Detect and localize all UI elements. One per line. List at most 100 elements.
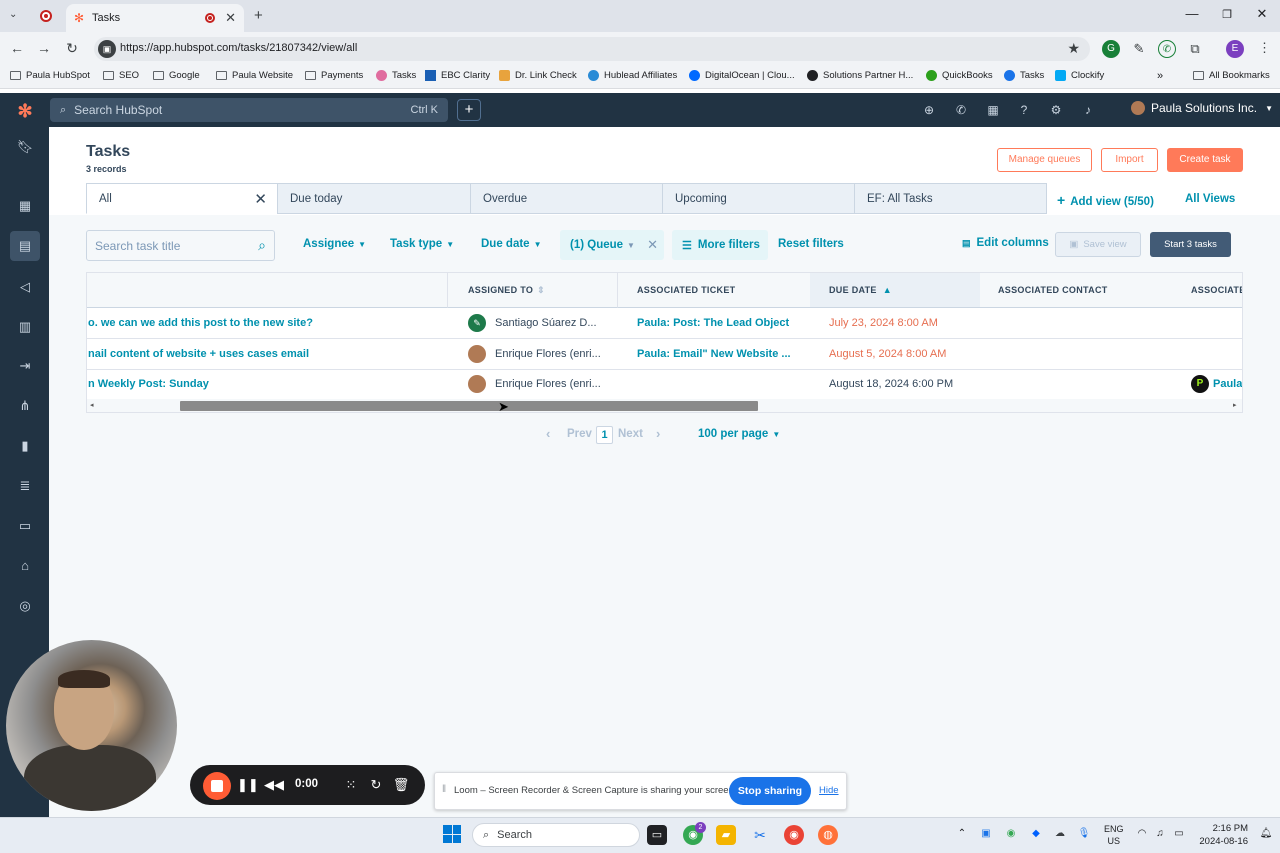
bookmark-item[interactable]: Paula Website [216, 70, 293, 81]
more-filters-button[interactable]: ☰ More filters [672, 230, 768, 260]
bookmark-item[interactable]: Hublead Affiliates [588, 70, 677, 81]
volume-icon[interactable]: ♫ [1153, 828, 1167, 839]
notifications-icon[interactable]: 🔔︎ [1259, 828, 1273, 839]
reset-filters-button[interactable]: Reset filters [778, 238, 844, 250]
ticket-link[interactable]: Paula: Post: The Lead Object [637, 317, 802, 329]
next-page-button[interactable]: Next [618, 428, 643, 440]
snipping-tool-icon[interactable]: ✂ [750, 825, 770, 845]
settings-nav-icon[interactable]: ◎ [15, 596, 35, 616]
bookmark-item[interactable]: SEO [103, 70, 139, 81]
file-explorer-icon[interactable]: ▰ [716, 825, 736, 845]
task-title-link[interactable]: o. we can we add this post to the new si… [88, 317, 443, 329]
windows-start-icon[interactable] [443, 825, 461, 843]
tab-search-icon[interactable]: ⌄ [9, 9, 17, 20]
stop-recording-button[interactable] [203, 772, 231, 800]
column-header-due-date[interactable]: DUE DATE ▲ [810, 273, 980, 308]
tab-overdue[interactable]: Overdue [470, 183, 663, 214]
account-menu[interactable]: Paula Solutions Inc. ▼ [1131, 101, 1273, 115]
prev-chevron-icon[interactable]: ‹ [546, 426, 550, 441]
bookmark-item[interactable]: Tasks [1004, 70, 1044, 81]
queue-filter-chip[interactable]: (1) Queue ▼ ✕ [560, 230, 664, 260]
scroll-left-arrow-icon[interactable]: ◂ [90, 401, 94, 409]
column-header-associated-contact[interactable]: ASSOCIATED CONTACT [980, 273, 1172, 308]
assignee-filter[interactable]: Assignee ▼ [303, 238, 366, 250]
bookmark-item[interactable]: Payments [305, 70, 363, 81]
drag-handle-icon[interactable]: ‖ [442, 784, 446, 795]
column-header-assigned-to[interactable]: ASSIGNED TO ⇕ [448, 273, 618, 308]
library-nav-icon[interactable]: ▭ [15, 516, 35, 536]
restart-icon[interactable]: ↻ [367, 777, 385, 793]
workspaces-nav-icon[interactable]: ▦ [15, 196, 35, 216]
close-view-icon[interactable]: ✕ [254, 190, 267, 208]
wifi-icon[interactable]: ◠ [1135, 828, 1149, 839]
create-task-button[interactable]: Create task [1167, 148, 1243, 172]
help-icon[interactable]: ? [1016, 102, 1032, 118]
bookmark-item[interactable]: DigitalOcean | Clou... [689, 70, 795, 81]
bookmark-item[interactable]: Google [153, 70, 200, 81]
language-indicator[interactable]: ENG US [1104, 823, 1124, 847]
rewind-icon[interactable]: ◀◀ [264, 777, 284, 793]
bookmark-item[interactable]: Clockify [1055, 70, 1104, 81]
phone-extension-icon[interactable]: ✆ [1158, 40, 1176, 58]
settings-gear-icon[interactable]: ⚙ [1048, 102, 1064, 118]
draw-tools-icon[interactable]: ⁙ [342, 777, 360, 793]
outlook-tray-icon[interactable]: ▣ [979, 828, 993, 839]
create-new-button[interactable]: + [457, 99, 481, 121]
upgrade-icon[interactable]: ⊕ [921, 102, 937, 118]
marketplace-icon[interactable]: ▦ [985, 102, 1001, 118]
forward-icon[interactable]: → [35, 40, 53, 56]
task-title-link[interactable]: nail content of website + uses cases ema… [88, 348, 443, 360]
battery-icon[interactable]: ▭ [1172, 828, 1186, 839]
webcam-bubble[interactable] [6, 640, 177, 811]
hubspot-search-input[interactable]: ⌕ Search HubSpot Ctrl K [50, 98, 448, 122]
microphone-icon[interactable]: 🎙︎ [1077, 828, 1091, 839]
reload-icon[interactable]: ↻ [63, 40, 81, 57]
current-page[interactable]: 1 [596, 426, 613, 444]
browser-menu-icon[interactable]: ⋮ [1258, 40, 1271, 56]
bookmark-item[interactable]: Solutions Partner H... [807, 70, 913, 81]
hubspot-logo-icon[interactable]: ✻ [14, 100, 36, 122]
company-link[interactable]: Paula [1213, 378, 1242, 390]
tab-all[interactable]: All ✕ [86, 183, 278, 214]
reporting-nav-icon[interactable]: ▮ [15, 436, 35, 456]
pause-icon[interactable]: ❚❚ [237, 777, 259, 793]
bookmark-item[interactable]: QuickBooks [926, 70, 993, 81]
data-nav-icon[interactable]: ≣ [15, 476, 35, 496]
restore-button[interactable]: ❐ [1217, 8, 1237, 21]
onedrive-icon[interactable]: ☁ [1053, 828, 1067, 839]
sales-nav-icon[interactable]: ⇥ [15, 356, 35, 376]
bookmark-item[interactable]: Dr. Link Check [499, 70, 577, 81]
tab-due-today[interactable]: Due today [277, 183, 471, 214]
notifications-bell-icon[interactable]: ♪ [1080, 102, 1096, 118]
tab-ef-all-tasks[interactable]: EF: All Tasks [854, 183, 1047, 214]
more-bookmarks-button[interactable]: » [1157, 70, 1163, 82]
bookmark-item[interactable]: Paula HubSpot [10, 70, 90, 81]
tray-app-icon[interactable]: ◉ [1004, 828, 1018, 839]
all-views-link[interactable]: All Views [1185, 193, 1235, 205]
new-tab-button[interactable]: + [254, 7, 263, 24]
crm-nav-icon[interactable]: ▤ [10, 231, 40, 261]
hide-share-bar-link[interactable]: Hide [819, 785, 839, 796]
commerce-nav-icon[interactable]: ⌂ [15, 556, 35, 576]
all-bookmarks-button[interactable]: All Bookmarks [1193, 70, 1270, 81]
stop-sharing-button[interactable]: Stop sharing [729, 777, 811, 805]
system-clock[interactable]: 2:16 PM 2024-08-16 [1196, 822, 1248, 848]
manage-queues-button[interactable]: Manage queues [997, 148, 1092, 172]
scroll-right-arrow-icon[interactable]: ▸ [1233, 401, 1237, 409]
chrome-alt-taskbar-icon[interactable]: ◉ [784, 825, 804, 845]
profile-avatar[interactable]: E [1226, 40, 1244, 58]
scrollbar-thumb[interactable] [180, 401, 758, 411]
recording-tab-icon[interactable] [40, 10, 52, 22]
column-header-associated-ticket[interactable]: ASSOCIATED TICKET [618, 273, 810, 308]
bookmark-item[interactable]: Tasks [376, 70, 416, 81]
prev-page-button[interactable]: Prev [567, 428, 592, 440]
automation-nav-icon[interactable]: ⋔ [15, 396, 35, 416]
firefox-icon[interactable]: ◍ [818, 825, 838, 845]
close-window-button[interactable]: ✕ [1252, 6, 1272, 22]
import-button[interactable]: Import [1101, 148, 1158, 172]
pen-extension-icon[interactable]: ✎ [1130, 40, 1148, 58]
browser-tab-active[interactable]: ✻ Tasks ✕ [66, 4, 244, 32]
marketing-nav-icon[interactable]: ◁ [15, 277, 35, 297]
delete-icon[interactable]: 🗑︎ [392, 777, 410, 793]
column-header-associated-company[interactable]: ASSOCIATE [1172, 273, 1242, 308]
